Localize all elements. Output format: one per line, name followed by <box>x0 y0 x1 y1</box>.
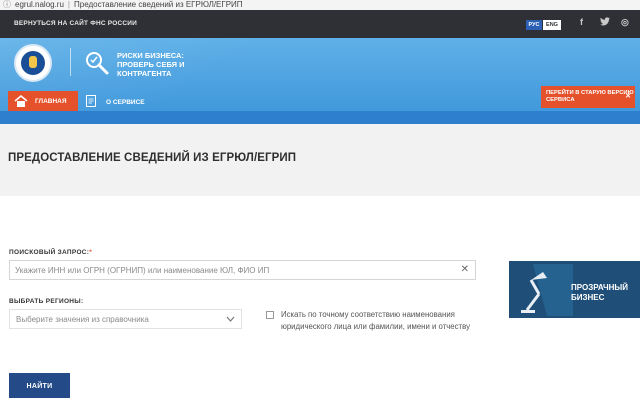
page-title: ПРЕДОСТАВЛЕНИЕ СВЕДЕНИЙ ИЗ ЕГРЮЛ/ЕГРИП <box>8 152 297 164</box>
back-to-fns-link[interactable]: ВЕРНУТЬСЯ НА САЙТ ФНС РОССИИ <box>14 20 137 27</box>
search-label-text: ПОИСКОВЫЙ ЗАПРОС: <box>9 249 90 256</box>
lang-en-button[interactable]: ENG <box>543 20 561 30</box>
page-info-icon[interactable]: ⓘ <box>3 0 11 10</box>
required-mark: * <box>89 249 93 256</box>
lang-ru-button[interactable]: РУС <box>526 20 542 30</box>
instagram-icon[interactable]: ◎ <box>621 17 629 28</box>
desk-lamp-icon <box>521 264 573 316</box>
emblem-inner <box>21 51 45 75</box>
old-version-button[interactable]: ПЕРЕЙТИ В СТАРУЮ ВЕРСИЮ СЕРВИСА ✕ <box>541 86 635 108</box>
search-label: ПОИСКОВЫЙ ЗАПРОС:* <box>9 249 92 256</box>
close-icon[interactable]: ✕ <box>625 93 631 100</box>
magnifier-wrench-icon <box>86 52 109 75</box>
nav-about-tab[interactable]: О СЕРВИСЕ <box>106 99 145 106</box>
twitter-icon[interactable] <box>600 17 610 28</box>
region-select-value: Выберите значения из справочника <box>16 315 149 324</box>
top-bar: ВЕРНУТЬСЯ НА САЙТ ФНС РОССИИ РУС ENG f ◎ <box>0 10 640 38</box>
nav-home-label: ГЛАВНАЯ <box>35 98 67 105</box>
browser-url-bar[interactable]: ⓘ egrul.nalog.ru | Предоставление сведений … <box>0 0 640 10</box>
promo-line-1: ПРОЗРАЧНЫЙ <box>571 283 628 292</box>
nav-home-tab[interactable]: ГЛАВНАЯ <box>8 91 78 111</box>
promo-line-2: БИЗНЕС <box>571 293 605 302</box>
browser-page-title: Предоставление сведений из ЕГРЮЛ/ЕГРИП <box>74 0 243 9</box>
search-input[interactable] <box>10 261 450 279</box>
header-bottom-strip <box>0 111 640 124</box>
home-icon <box>14 95 28 107</box>
header-tagline: РИСКИ БИЗНЕСА: ПРОВЕРЬ СЕБЯ И КОНТРАГЕНТ… <box>117 51 185 78</box>
old-version-label: ПЕРЕЙТИ В СТАРУЮ ВЕРСИЮ СЕРВИСА <box>546 90 634 103</box>
exact-match-checkbox[interactable] <box>266 311 274 319</box>
url-separator: | <box>67 0 70 9</box>
promo-text: ПРОЗРАЧНЫЙ БИЗНЕС <box>571 283 628 303</box>
exact-match-label[interactable]: Искать по точному соответствию наименова… <box>281 309 481 333</box>
document-icon <box>86 95 96 107</box>
fns-emblem-logo[interactable] <box>14 44 52 82</box>
facebook-icon[interactable]: f <box>580 17 583 27</box>
search-box: ✕ <box>9 260 476 280</box>
transparent-business-banner[interactable]: ПРОЗРАЧНЫЙ БИЗНЕС <box>509 261 640 318</box>
region-label: ВЫБРАТЬ РЕГИОНЫ: <box>9 298 84 305</box>
find-button[interactable]: НАЙТИ <box>9 373 70 398</box>
clear-icon[interactable]: ✕ <box>461 264 469 276</box>
chevron-down-icon <box>226 316 235 322</box>
url-text: egrul.nalog.ru <box>15 0 64 9</box>
emblem-eagle-mark <box>29 56 37 68</box>
region-select[interactable]: Выберите значения из справочника <box>9 309 242 329</box>
header-divider <box>70 48 71 76</box>
